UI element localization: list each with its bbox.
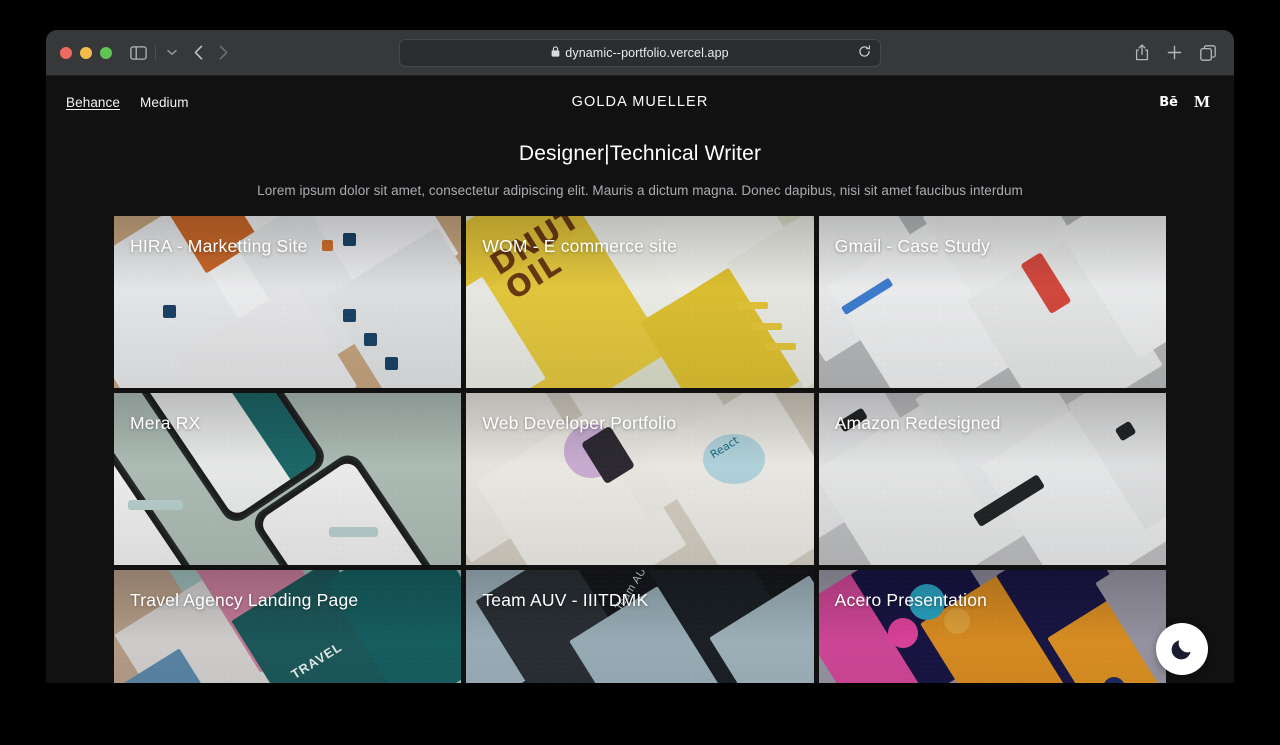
project-card[interactable]: Team AUV Team AUV - IIITDMK xyxy=(466,570,814,683)
project-card[interactable]: DNUT OIL WOM - E commerce site xyxy=(466,216,814,388)
nav-link-medium[interactable]: Medium xyxy=(140,95,189,110)
page-title: Designer|Technical Writer xyxy=(518,142,762,165)
chevron-down-icon[interactable] xyxy=(164,47,180,59)
site-brand-title: GOLDA MUELLER xyxy=(571,94,709,110)
project-title: Amazon Redesigned xyxy=(834,413,1001,433)
project-title: HIRA - Marketting Site xyxy=(130,236,308,256)
project-title: Acero Presentation xyxy=(834,590,988,610)
project-card[interactable]: HIRA - Marketting Site xyxy=(114,216,462,388)
sidebar-controls xyxy=(130,45,180,60)
project-card[interactable]: TRAVEL Travel Agency Landing Page xyxy=(114,570,462,683)
browser-titlebar: dynamic--portfolio.vercel.app xyxy=(46,30,1234,76)
minimize-window-button[interactable] xyxy=(80,46,92,59)
nav-link-behance[interactable]: Behance xyxy=(66,95,120,110)
forward-arrow-icon[interactable] xyxy=(219,45,228,60)
toolbar-divider xyxy=(155,45,156,60)
hero-section: Designer|Technical Writer Lorem ipsum do… xyxy=(46,128,1234,198)
moon-icon xyxy=(1170,637,1194,661)
project-title: WOM - E commerce site xyxy=(482,236,678,256)
project-card[interactable]: Gmail - Case Study xyxy=(818,216,1166,388)
site-nav-left: Behance Medium xyxy=(66,95,189,110)
site-header: Behance Medium GOLDA MUELLER Bē M xyxy=(46,76,1234,128)
project-title: Gmail - Case Study xyxy=(834,236,990,256)
project-thumbnail: Team AUV xyxy=(466,570,814,683)
share-icon[interactable] xyxy=(1135,44,1149,61)
address-bar[interactable]: dynamic--portfolio.vercel.app xyxy=(399,38,881,67)
dark-mode-toggle-button[interactable] xyxy=(1156,623,1208,675)
project-card[interactable]: Acero Presentation xyxy=(818,570,1166,683)
project-card[interactable]: Mera RX xyxy=(114,393,462,565)
page-content: Behance Medium GOLDA MUELLER Bē M Design… xyxy=(46,76,1234,683)
plus-icon[interactable] xyxy=(1167,45,1182,60)
lock-icon xyxy=(551,45,560,60)
project-grid: HIRA - Marketting Site DNUT OIL WOM - E c… xyxy=(46,216,1234,683)
back-arrow-icon[interactable] xyxy=(194,45,203,60)
window-controls xyxy=(60,46,112,59)
behance-logo[interactable]: Bē xyxy=(1159,95,1178,110)
project-thumbnail xyxy=(818,570,1166,683)
project-title: Mera RX xyxy=(130,413,201,433)
url-text: dynamic--portfolio.vercel.app xyxy=(565,45,729,60)
browser-window: dynamic--portfolio.vercel.app Behance Me… xyxy=(46,30,1234,683)
tab-overview-icon[interactable] xyxy=(1200,44,1216,61)
close-window-button[interactable] xyxy=(60,46,72,59)
toolbar-right-actions xyxy=(1135,44,1220,61)
hero-subtitle: Lorem ipsum dolor sit amet, consectetur … xyxy=(257,183,1023,198)
maximize-window-button[interactable] xyxy=(100,46,112,59)
project-title: Travel Agency Landing Page xyxy=(130,590,359,610)
project-thumbnail: TRAVEL xyxy=(114,570,462,683)
project-title: Web Developer Portfolio xyxy=(482,413,677,433)
site-social-links: Bē M xyxy=(1159,92,1214,112)
navigation-arrows xyxy=(194,45,228,60)
project-card[interactable]: Amazon Redesigned xyxy=(818,393,1166,565)
medium-logo[interactable]: M xyxy=(1194,92,1210,112)
project-title: Team AUV - IIITDMK xyxy=(482,590,649,610)
reload-icon[interactable] xyxy=(858,45,871,60)
project-card[interactable]: React Web Developer Portfolio xyxy=(466,393,814,565)
sidebar-icon[interactable] xyxy=(130,45,147,60)
